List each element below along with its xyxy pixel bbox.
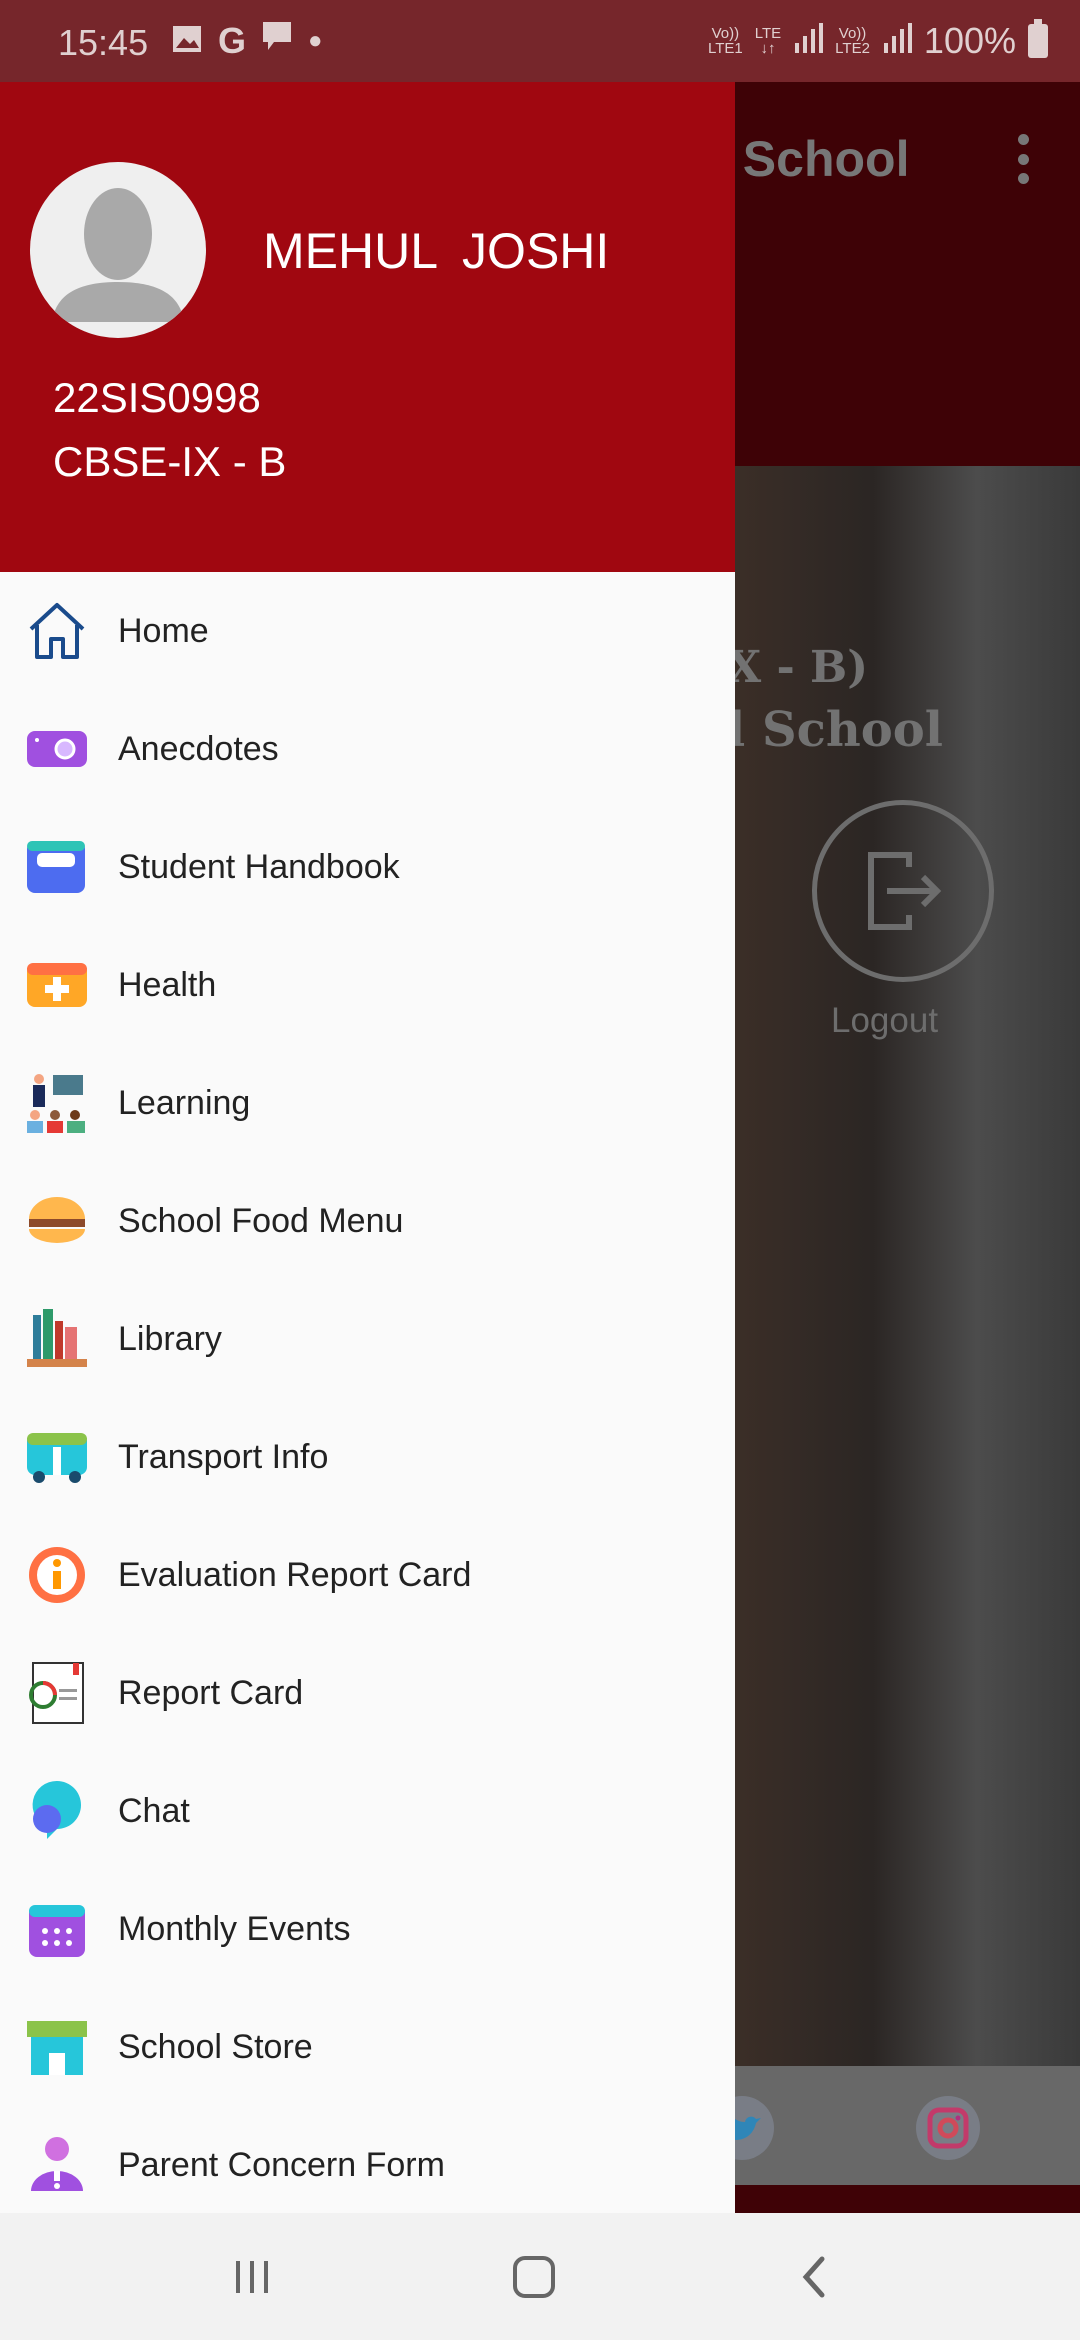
gallery-icon — [172, 20, 202, 62]
menu-item-student-handbook[interactable]: Student Handbook — [0, 808, 735, 926]
hero-school-text: l School — [727, 702, 943, 758]
camera-icon — [25, 717, 89, 781]
bus-icon — [25, 1425, 89, 1489]
handbook-icon — [25, 835, 89, 899]
back-button[interactable] — [784, 2249, 844, 2305]
menu-item-label: Report Card — [118, 1673, 304, 1712]
lte-icon: LTE ↓↑ — [754, 25, 782, 57]
menu-item-anecdotes[interactable]: Anecdotes — [0, 690, 735, 808]
burger-icon — [25, 1189, 89, 1253]
menu-item-label: Health — [118, 965, 217, 1004]
volte1-icon: Vo)) LTE1 — [708, 25, 743, 57]
navigation-drawer: MEHUL JOSHI 22SIS0998 CBSE-IX - B Home An… — [0, 82, 735, 2213]
home-button[interactable] — [504, 2249, 564, 2305]
dot-icon: ● — [308, 27, 323, 54]
menu-item-label: Transport Info — [118, 1437, 329, 1476]
menu-item-report-card[interactable]: Report Card — [0, 1634, 735, 1752]
menu-item-label: School Store — [118, 2027, 313, 2066]
menu-item-evaluation-report-card[interactable]: Evaluation Report Card — [0, 1516, 735, 1634]
menu-item-home[interactable]: Home — [0, 572, 735, 690]
learning-icon — [25, 1071, 89, 1135]
info-icon — [25, 1543, 89, 1607]
menu-item-label: Monthly Events — [118, 1909, 351, 1948]
user-name: MEHUL JOSHI — [263, 223, 610, 279]
status-time: 15:45 — [58, 22, 149, 63]
app-toolbar: l School — [715, 82, 1080, 466]
store-icon — [25, 2015, 89, 2079]
signal2-icon — [882, 20, 912, 62]
menu-item-transport-info[interactable]: Transport Info — [0, 1398, 735, 1516]
logout-label: Logout — [831, 1001, 939, 1040]
menu-item-label: Student Handbook — [118, 847, 400, 886]
social-bar — [710, 2066, 1080, 2185]
hero-class-text: X - B) — [727, 642, 869, 693]
system-nav-bar — [0, 2213, 1080, 2340]
menu-item-label: Evaluation Report Card — [118, 1555, 472, 1594]
google-icon: G — [218, 20, 247, 61]
menu-item-label: Learning — [118, 1083, 251, 1122]
home-icon — [25, 599, 89, 663]
menu-item-school-store[interactable]: School Store — [0, 1988, 735, 2106]
report-icon — [25, 1661, 89, 1725]
menu-item-label: School Food Menu — [118, 1201, 404, 1240]
battery-icon — [1028, 19, 1048, 58]
volte2-icon: Vo)) LTE2 — [835, 25, 870, 57]
menu-item-library[interactable]: Library — [0, 1280, 735, 1398]
chat-icon — [25, 1779, 89, 1843]
health-icon — [25, 953, 89, 1017]
instagram-icon[interactable] — [916, 2096, 980, 2160]
menu-item-school-food-menu[interactable]: School Food Menu — [0, 1162, 735, 1280]
menu-item-learning[interactable]: Learning — [0, 1044, 735, 1162]
toolbar-title: l School — [715, 131, 910, 187]
logout-icon — [868, 852, 942, 930]
menu-item-label: Anecdotes — [118, 729, 279, 768]
message-icon — [262, 20, 292, 62]
menu-item-label: Parent Concern Form — [118, 2145, 445, 2184]
menu-item-monthly-events[interactable]: Monthly Events — [0, 1870, 735, 1988]
logout-button[interactable] — [812, 800, 994, 982]
menu-item-label: Chat — [118, 1791, 190, 1830]
parent-icon — [25, 2133, 89, 2197]
signal1-icon — [793, 20, 824, 62]
student-id: 22SIS0998 — [53, 374, 261, 421]
books-icon — [25, 1307, 89, 1371]
recents-button[interactable] — [222, 2249, 282, 2305]
drawer-menu: Home Anecdotes Student Handbook Health Learn… — [0, 572, 735, 2224]
menu-item-label: Library — [118, 1319, 222, 1358]
hero-image: X - B) l School Logout — [727, 466, 1080, 2066]
avatar[interactable] — [30, 162, 206, 338]
menu-item-parent-concern-form[interactable]: Parent Concern Form — [0, 2106, 735, 2224]
student-class: CBSE-IX - B — [53, 438, 287, 485]
battery-percent: 100% — [923, 20, 1016, 61]
more-options-icon[interactable] — [1017, 134, 1029, 184]
menu-item-label: Home — [118, 611, 209, 650]
status-bar: 15:45 G ● Vo)) LTE1 LTE ↓↑ Vo)) LTE2 100% — [0, 0, 1080, 82]
menu-item-chat[interactable]: Chat — [0, 1752, 735, 1870]
drawer-header: MEHUL JOSHI 22SIS0998 CBSE-IX - B — [0, 82, 735, 572]
footer-strip — [735, 2185, 1080, 2213]
calendar-icon — [25, 1897, 89, 1961]
menu-item-health[interactable]: Health — [0, 926, 735, 1044]
